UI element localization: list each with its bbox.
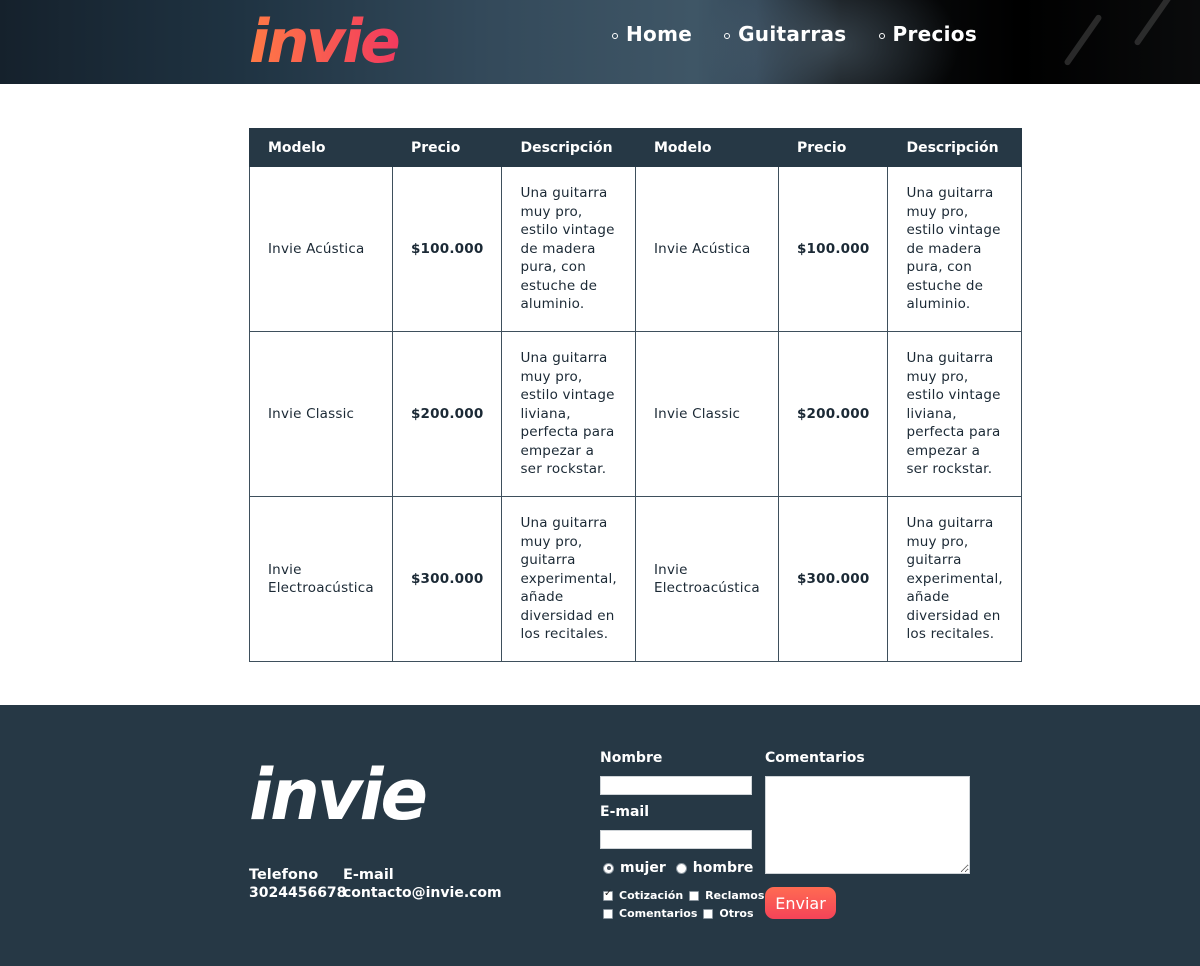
checkbox-comentarios[interactable] [603, 908, 613, 919]
email-label: E-mail [343, 867, 394, 883]
main-nav: Home Guitarras Precios [612, 22, 1009, 46]
description-cell: Una guitarra muy pro, estilo vintage liv… [501, 331, 636, 497]
gender-radio-group: mujer hombre [603, 860, 763, 876]
submit-button[interactable]: Enviar [765, 887, 836, 919]
price-cell: $100.000 [391, 166, 503, 332]
column-header: Precio [777, 128, 889, 167]
model-cell: Invie Classic [635, 331, 779, 497]
column-header: Descripción [501, 128, 636, 167]
checkbox-row-2: Comentarios Otros [603, 907, 760, 920]
bullet-icon [724, 32, 731, 39]
radio-hombre[interactable] [675, 862, 687, 874]
table-row: Invie Acústica $100.000 Una guitarra muy… [249, 166, 1022, 332]
logo-text: invie [249, 761, 425, 827]
logo-text: invie [249, 7, 399, 72]
checkbox-comentarios-label: Comentarios [619, 907, 698, 920]
price-cell: $100.000 [777, 166, 889, 332]
phone-label: Telefono [249, 867, 319, 883]
nav-item-guitarras[interactable]: Guitarras [724, 22, 846, 46]
radio-mujer-label: mujer [620, 860, 666, 876]
model-cell: Invie Acústica [249, 166, 393, 332]
bullet-icon [612, 32, 618, 39]
site-header: invie Home Guitarras Precios [0, 0, 1200, 84]
checkbox-reclamos-label: Reclamos [705, 889, 765, 902]
table-header-row: Modelo Precio Descripción Modelo Precio … [249, 128, 1022, 167]
email-input[interactable] [600, 830, 752, 849]
description-cell: Una guitarra muy pro, estilo vintage liv… [887, 331, 1022, 497]
price-cell: $300.000 [777, 496, 889, 662]
nav-item-home[interactable]: Home [612, 22, 692, 46]
description-cell: Una guitarra muy pro, estilo vintage de … [501, 166, 636, 332]
model-cell: Invie Acústica [635, 166, 779, 332]
checkbox-row-1: Cotización Reclamos [603, 888, 770, 902]
model-cell: Invie Electroacústica [249, 496, 393, 662]
name-input[interactable] [600, 776, 752, 795]
nav-label: Guitarras [738, 22, 847, 46]
description-cell: Una guitarra muy pro, guitarra experimen… [887, 496, 1022, 662]
bullet-icon [878, 32, 885, 39]
nav-label: Home [626, 22, 693, 46]
email-value: contacto@invie.com [343, 885, 502, 901]
column-header: Modelo [249, 128, 393, 167]
checkbox-otros[interactable] [703, 908, 714, 919]
footer-logo: invie [249, 761, 428, 827]
price-cell: $200.000 [777, 331, 889, 497]
comments-textarea[interactable] [765, 776, 970, 874]
description-cell: Una guitarra muy pro, estilo vintage de … [887, 166, 1022, 332]
comments-label: Comentarios [765, 750, 865, 766]
checkbox-otros-label: Otros [719, 907, 754, 920]
column-header: Descripción [887, 128, 1022, 167]
checkbox-cotizacion[interactable] [603, 888, 613, 901]
email-block: E-mail contacto@invie.com [343, 866, 502, 902]
checkbox-reclamos[interactable] [689, 890, 700, 901]
table-row: Invie Classic $200.000 Una guitarra muy … [249, 331, 1022, 497]
radio-mujer[interactable] [603, 862, 614, 874]
checkbox-cotizacion-label: Cotización [619, 889, 684, 902]
phone-value: 3024456678 [249, 885, 347, 901]
description-cell: Una guitarra muy pro, guitarra experimen… [501, 496, 636, 662]
logo[interactable]: invie [249, 6, 414, 72]
price-cell: $200.000 [391, 331, 503, 497]
column-header: Precio [391, 128, 503, 167]
name-label: Nombre [600, 750, 663, 766]
price-table: Modelo Precio Descripción Modelo Precio … [249, 128, 1022, 662]
site-footer: invie Telefono 3024456678 E-mail contact… [0, 705, 1200, 966]
nav-item-precios[interactable]: Precios [878, 22, 978, 46]
model-cell: Invie Classic [249, 331, 393, 497]
radio-hombre-label: hombre [692, 860, 754, 876]
column-header: Modelo [635, 128, 779, 167]
table-row: Invie Electroacústica $300.000 Una guita… [249, 496, 1022, 662]
nav-label: Precios [892, 22, 978, 46]
email-field-label: E-mail [600, 804, 650, 820]
model-cell: Invie Electroacústica [635, 496, 779, 662]
price-cell: $300.000 [391, 496, 503, 662]
phone-block: Telefono 3024456678 [249, 866, 346, 902]
